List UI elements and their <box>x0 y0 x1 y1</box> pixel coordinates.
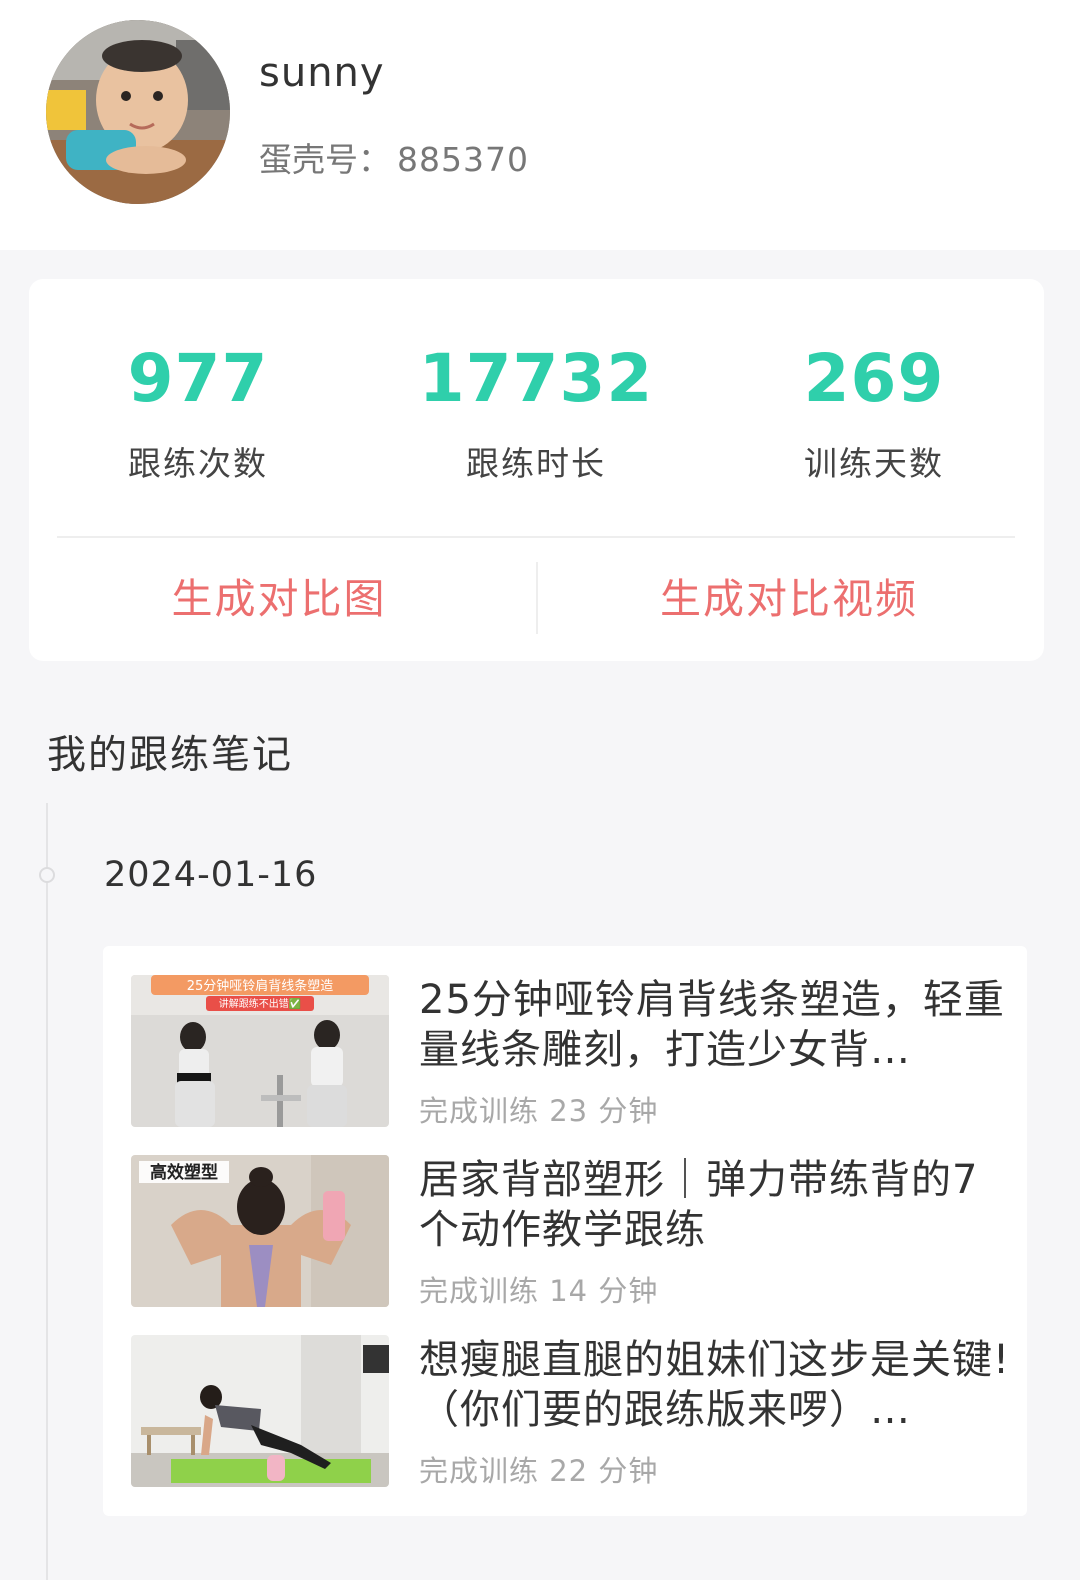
divider <box>57 536 1015 538</box>
video-thumbnail[interactable]: 25分钟哑铃肩背线条塑造 讲解跟练不出错✅ <box>131 975 389 1127</box>
stat-label: 跟练次数 <box>128 444 268 483</box>
stat-value: 977 <box>127 340 269 417</box>
video-thumbnail[interactable]: 高效塑型 <box>131 1155 389 1307</box>
account-id-line: 蛋壳号： 885370 <box>259 133 529 181</box>
account-id-label: 蛋壳号： <box>259 140 391 179</box>
generate-comparison-image-button[interactable]: 生成对比图 <box>69 569 489 629</box>
notes-card: 25分钟哑铃肩背线条塑造 讲解跟练不出错✅ 25分钟哑铃肩背线条塑造，轻重量线条… <box>103 946 1027 1516</box>
thumb-caption: 25分钟哑铃肩背线条塑造 <box>187 978 334 994</box>
generate-comparison-video-button[interactable]: 生成对比视频 <box>569 569 1009 629</box>
timeline-line <box>46 803 48 1580</box>
profile-page: sunny 蛋壳号： 885370 977 跟练次数 17732 跟练时长 269… <box>0 0 1080 1580</box>
stat-label: 训练天数 <box>804 444 944 483</box>
timeline-dot <box>39 867 55 883</box>
note-item[interactable]: 高效塑型 居家背部塑形｜弹力带练背的7个动作教学跟练 完成训练 14 分钟 <box>131 1155 1011 1308</box>
stat-follow-count[interactable]: 977 跟练次数 <box>48 339 348 485</box>
stat-follow-duration[interactable]: 17732 跟练时长 <box>386 339 686 485</box>
note-title: 居家背部塑形｜弹力带练背的7个动作教学跟练 <box>419 1157 979 1253</box>
video-thumbnail[interactable] <box>131 1335 389 1487</box>
stat-training-days[interactable]: 269 训练天数 <box>724 339 1024 485</box>
note-duration: 完成训练 14 分钟 <box>419 1274 659 1308</box>
note-item[interactable]: 想瘦腿直腿的姐妹们这步是关键!（你们要的跟练版来啰）… 完成训练 22 分钟 <box>131 1335 1011 1488</box>
profile-header: sunny 蛋壳号： 885370 <box>0 0 1080 250</box>
thumb-caption: 高效塑型 <box>150 1162 218 1183</box>
note-duration: 完成训练 23 分钟 <box>419 1094 659 1128</box>
note-item[interactable]: 25分钟哑铃肩背线条塑造 讲解跟练不出错✅ 25分钟哑铃肩背线条塑造，轻重量线条… <box>131 975 1011 1128</box>
stat-value: 17732 <box>418 340 654 417</box>
avatar[interactable] <box>46 20 230 204</box>
stat-value: 269 <box>803 340 945 417</box>
username: sunny <box>259 50 385 96</box>
timeline-date: 2024-01-16 <box>104 855 318 895</box>
action-separator <box>536 562 538 634</box>
note-title: 25分钟哑铃肩背线条塑造，轻重量线条雕刻，打造少女背… <box>419 977 1005 1073</box>
stat-label: 跟练时长 <box>466 444 606 483</box>
note-duration: 完成训练 22 分钟 <box>419 1454 659 1488</box>
thumb-subcaption: 讲解跟练不出错✅ <box>219 997 301 1010</box>
stats-card: 977 跟练次数 17732 跟练时长 269 训练天数 生成对比图 生成对比视… <box>29 279 1044 661</box>
account-id: 885370 <box>397 140 529 179</box>
notes-section-title: 我的跟练笔记 <box>47 733 294 778</box>
note-title: 想瘦腿直腿的姐妹们这步是关键!（你们要的跟练版来啰）… <box>419 1337 1011 1433</box>
